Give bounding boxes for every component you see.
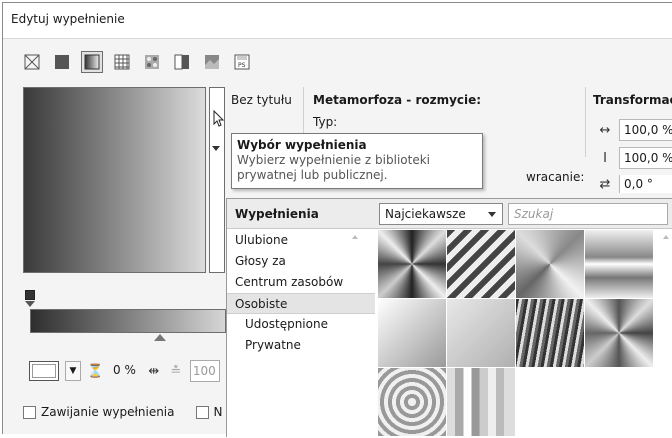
gradient-ramp[interactable] — [30, 309, 226, 333]
midpoint-slider[interactable] — [154, 334, 166, 341]
fill-type-toolbar: PS — [21, 51, 253, 73]
node-position-icon: ⇹ — [148, 363, 160, 379]
category-item[interactable]: Głosy za — [227, 251, 375, 272]
second-checkbox-label: N — [213, 405, 223, 419]
fill-width-row: ↔ 100,0 % — [597, 119, 672, 141]
dialog-title: Edytuj wypełnienie — [11, 12, 125, 26]
fill-search-input[interactable]: Szukaj — [508, 203, 668, 225]
chevron-down-icon — [488, 212, 496, 217]
bitmap-pattern-button[interactable] — [141, 51, 163, 73]
fountain-fill-button[interactable] — [81, 51, 103, 73]
fill-width-input[interactable]: 100,0 % — [619, 119, 672, 141]
node-color-dropdown[interactable]: ▼ — [65, 361, 81, 381]
fill-thumbnail[interactable] — [447, 368, 515, 436]
fill-thumbnail[interactable] — [378, 368, 446, 436]
wrap-fill-option[interactable]: Zawijanie wypełnienia N — [23, 405, 222, 419]
fill-thumbnail[interactable] — [516, 299, 584, 367]
texture-fill-button[interactable] — [201, 51, 223, 73]
fill-skew-input[interactable]: 0,0 ° — [619, 175, 672, 193]
height-icon: I — [603, 150, 607, 166]
category-item[interactable]: Udostępnione — [227, 314, 375, 335]
thumbnail-scroll-up-icon[interactable] — [663, 235, 669, 239]
skew-icon: ⇄ — [599, 176, 611, 192]
transform-section: Transformac — [593, 93, 672, 107]
fill-thumbnail[interactable] — [585, 230, 653, 298]
preview-dropdown-arrow-icon[interactable] — [212, 146, 220, 151]
color-stop-handle[interactable] — [25, 290, 35, 300]
fill-picker-panel: Wypełnienia Najciekawsze Szukaj Ulubione… — [226, 198, 672, 438]
wrap-label: wracanie: — [526, 170, 585, 184]
sort-dropdown[interactable]: Najciekawsze — [379, 203, 503, 225]
no-fill-button[interactable] — [21, 51, 43, 73]
uniform-fill-icon — [55, 55, 69, 69]
node-controls: ▼ ⏳ 0 % ⇹ ≛ 100 — [29, 358, 220, 384]
fill-thumbnail-grid — [378, 230, 654, 438]
metamorphosis-section: Metamorfoza - rozmycie: Typ: — [313, 93, 481, 129]
mouse-pointer-icon — [213, 110, 225, 127]
category-item[interactable]: Centrum zasobów — [227, 272, 375, 293]
fill-thumbnail[interactable] — [447, 230, 515, 298]
category-item[interactable]: Osobiste — [227, 293, 375, 314]
fill-name-label: Bez tytułu — [231, 93, 292, 107]
fill-thumbnail[interactable] — [447, 299, 515, 367]
fill-thumbnail[interactable] — [516, 230, 584, 298]
fill-skew-row: ⇄ 0,0 ° — [597, 175, 672, 193]
color-stop-pointer-icon — [25, 301, 35, 307]
thumbnail-scrollbar[interactable] — [657, 230, 672, 438]
sort-value: Najciekawsze — [385, 207, 466, 221]
node-color-swatch[interactable] — [29, 361, 59, 381]
dialog-title-bar: Edytuj wypełnienie — [3, 3, 672, 39]
svg-text:PS: PS — [238, 62, 246, 69]
uniform-fill-button[interactable] — [51, 51, 73, 73]
tooltip-body: Wybierz wypełnienie z biblioteki prywatn… — [237, 153, 430, 182]
node-transparency-value[interactable]: 0 % — [109, 361, 140, 381]
transform-title: Transformac — [593, 93, 672, 107]
midpoint-icon: ≛ — [170, 363, 182, 379]
two-color-pattern-icon — [174, 54, 189, 70]
wrap-fill-checkbox[interactable] — [23, 405, 36, 419]
category-list: Ulubione Głosy za Centrum zasobów Osobiste U… — [227, 230, 375, 438]
fountain-fill-icon — [84, 54, 100, 70]
edit-fill-dialog: Edytuj wypełnienie PS Bez tytułu Metamor… — [2, 2, 672, 438]
fill-picker-tooltip: Wybór wypełnienia Wybierz wypełnienie z … — [231, 133, 483, 189]
bitmap-pattern-icon — [145, 55, 159, 69]
fill-thumbnail[interactable] — [378, 230, 446, 298]
wrap-fill-label: Zawijanie wypełnienia — [41, 405, 175, 419]
divider — [585, 87, 586, 157]
vector-pattern-button[interactable] — [111, 51, 133, 73]
type-label: Typ: — [313, 115, 338, 129]
fill-thumbnail[interactable] — [378, 299, 446, 367]
category-item[interactable]: Prywatne — [227, 335, 375, 356]
metamorphosis-title: Metamorfoza - rozmycie: — [313, 93, 482, 107]
postscript-fill-button[interactable]: PS — [231, 51, 253, 73]
category-item[interactable]: Ulubione — [227, 230, 375, 251]
fill-picker-header: Wypełnienia Najciekawsze Szukaj — [227, 199, 672, 229]
width-icon: ↔ — [599, 122, 611, 138]
node-position-input[interactable]: 100 — [189, 360, 220, 382]
fill-thumbnail[interactable] — [585, 299, 653, 367]
no-fill-icon — [24, 54, 40, 70]
fill-height-input[interactable]: 100,0 % — [619, 147, 672, 169]
fill-picker-title: Wypełnienia — [235, 207, 319, 221]
texture-fill-icon — [205, 55, 219, 69]
category-scroll-up-icon[interactable] — [352, 235, 358, 239]
fill-height-row: I 100,0 % — [597, 147, 672, 169]
second-checkbox[interactable] — [195, 405, 209, 419]
fill-preview — [23, 87, 206, 273]
vector-pattern-icon — [114, 54, 130, 70]
tooltip-title: Wybór wypełnienia — [237, 138, 367, 152]
two-color-pattern-button[interactable] — [171, 51, 193, 73]
transparency-icon: ⏳ — [87, 363, 104, 379]
postscript-fill-icon: PS — [234, 54, 250, 70]
